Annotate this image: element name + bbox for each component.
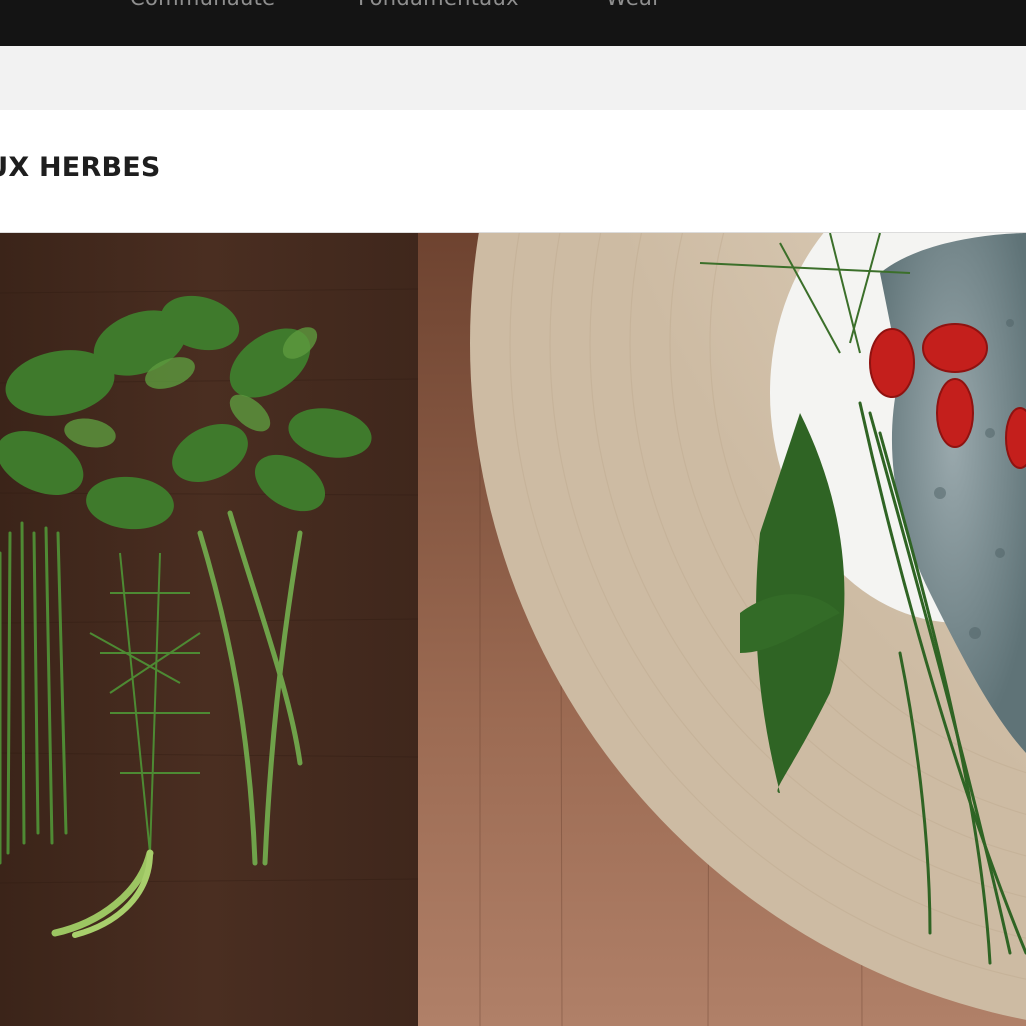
- hero-photo-collage: [0, 233, 1026, 1026]
- herbs-photo: [0, 233, 419, 1026]
- hero-image: [0, 232, 1026, 1026]
- dip-photo: [418, 233, 1026, 1026]
- page-title: AUX HERBES: [0, 152, 161, 183]
- secondary-bar: [0, 46, 1026, 110]
- nav-item-fondamentaux[interactable]: Fondamentaux: [358, 0, 519, 10]
- nav-item-communaute[interactable]: Communauté: [130, 0, 275, 10]
- nav-item-wear[interactable]: Wear: [606, 0, 661, 10]
- top-navigation-bar: Communauté Fondamentaux Wear: [0, 0, 1026, 46]
